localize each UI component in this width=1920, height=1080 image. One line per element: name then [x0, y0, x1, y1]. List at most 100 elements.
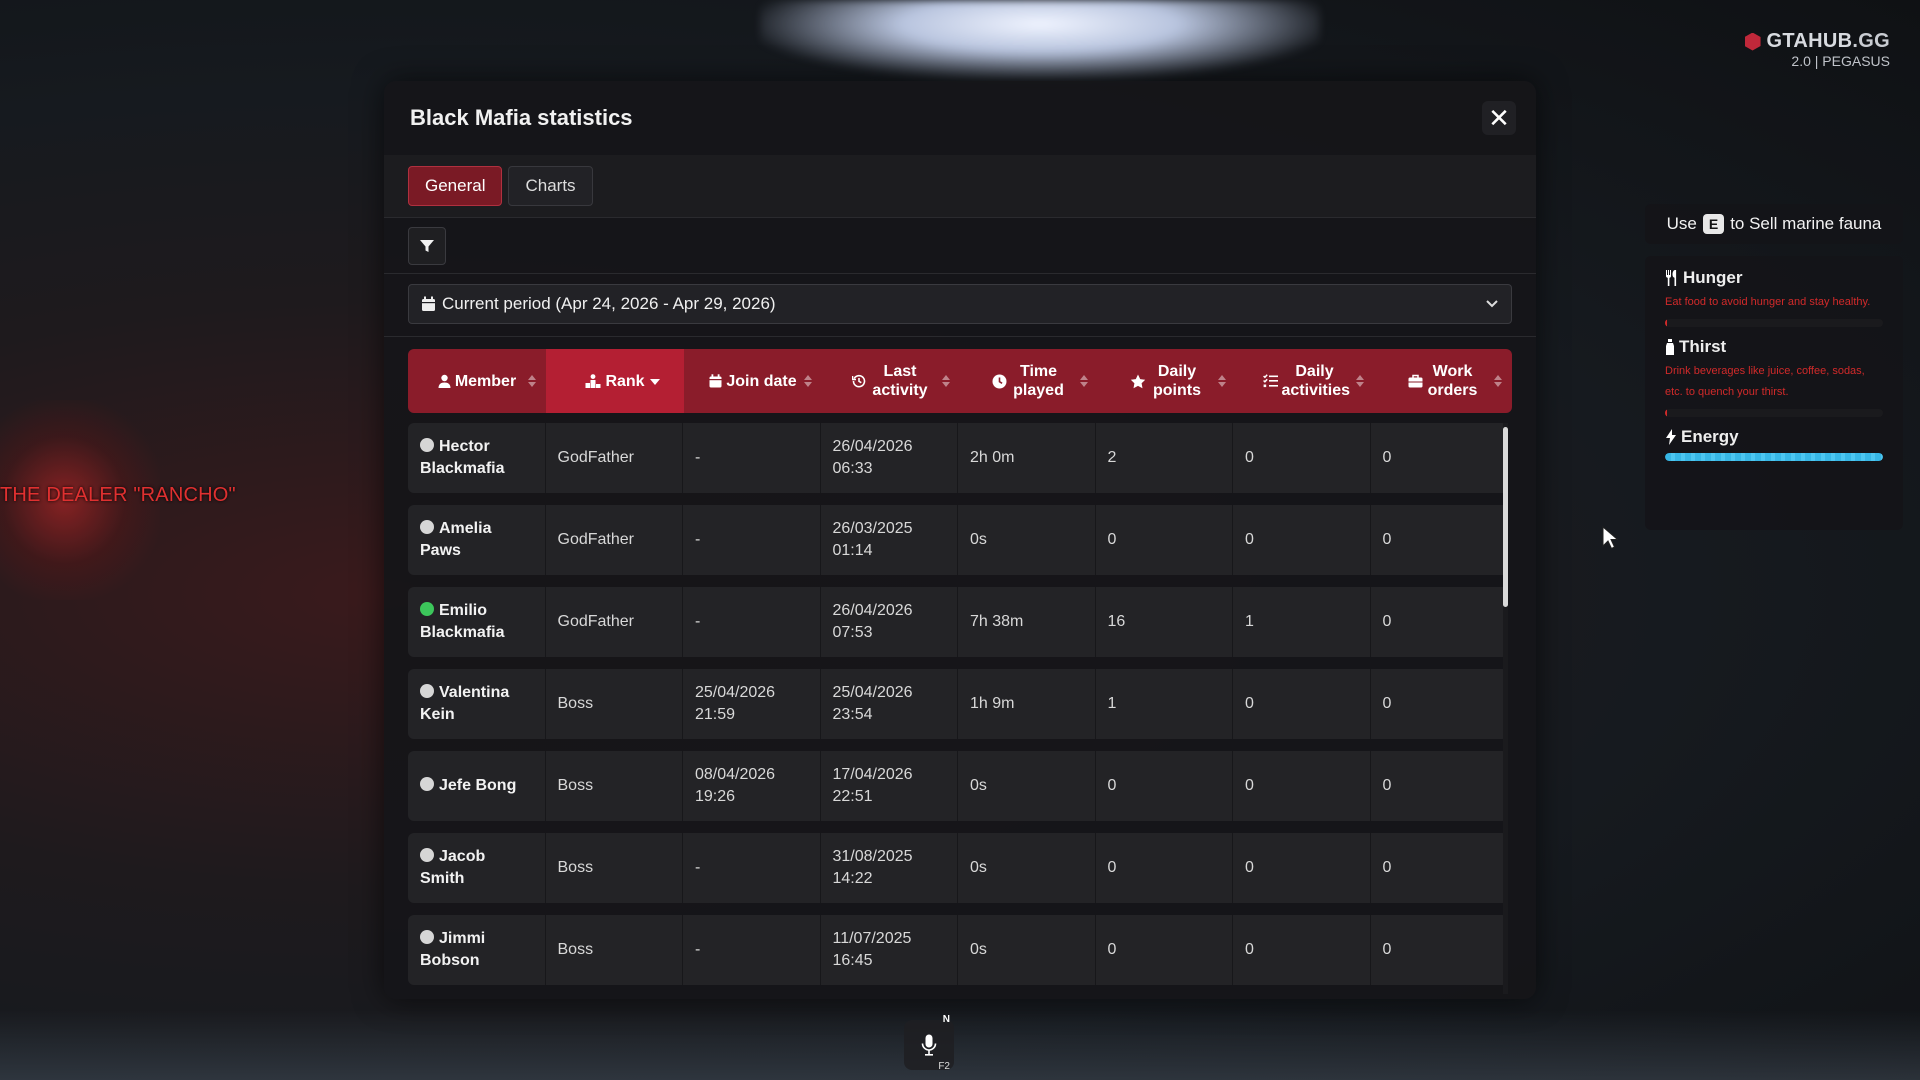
- cell-daily-activities: 0: [1233, 669, 1371, 739]
- filter-icon: [420, 239, 434, 252]
- chevron-down-icon: [1485, 295, 1499, 315]
- sort-icon: [528, 375, 536, 387]
- cell-member: Valentina Kein: [408, 669, 546, 739]
- cell-rank: Boss: [546, 833, 683, 903]
- voice-chat-button[interactable]: N F2: [904, 1014, 954, 1072]
- cell-member: Jefe Bong: [408, 751, 546, 821]
- cell-join-date: -: [683, 505, 821, 575]
- column-header-member[interactable]: Member: [408, 349, 546, 413]
- cell-member: Hector Blackmafia: [408, 423, 546, 493]
- brand-logo-block: GTAHUB.GG 2.0 | PEGASUS: [1744, 30, 1890, 69]
- cell-work-orders: 0: [1382, 859, 1392, 876]
- cell-work-orders: 0: [1382, 613, 1392, 630]
- table-row[interactable]: Jacob Smith Boss - 31/08/2025 14:22 0s 0…: [408, 833, 1508, 903]
- cell-last-activity: 17/04/2026 22:51: [821, 751, 958, 821]
- hunger-block: Hunger Eat food to avoid hunger and stay…: [1665, 268, 1883, 327]
- hexagon-logo-icon: [1744, 32, 1761, 51]
- cell-rank: GodFather: [546, 587, 683, 657]
- cell-daily-points: 0: [1096, 915, 1233, 985]
- voice-key-hint: F2: [938, 1061, 950, 1072]
- column-header-rank[interactable]: Rank: [546, 349, 684, 413]
- user-icon: [438, 374, 451, 388]
- microphone-icon: [921, 1034, 937, 1056]
- cell-time-played: 0s: [958, 833, 1096, 903]
- cell-last-activity: 25/04/2026 23:54: [821, 669, 958, 739]
- status-dot-icon: [420, 520, 434, 534]
- table-scrollbar[interactable]: [1503, 423, 1508, 994]
- tabs-bar: General Charts: [384, 155, 1536, 218]
- cell-time-played: 7h 38m: [958, 587, 1096, 657]
- sort-icon: [1218, 375, 1226, 387]
- filter-button[interactable]: [408, 226, 446, 265]
- status-hud: Hunger Eat food to avoid hunger and stay…: [1645, 256, 1903, 530]
- column-header-last-activity[interactable]: Last activity: [822, 349, 960, 413]
- history-icon: [852, 374, 866, 388]
- status-dot-icon: [420, 777, 434, 791]
- members-table: Member Rank Join date Last activity Time…: [408, 349, 1512, 994]
- column-header-join-date[interactable]: Join date: [684, 349, 822, 413]
- tab-general[interactable]: General: [408, 166, 503, 206]
- tab-charts[interactable]: Charts: [508, 166, 593, 206]
- table-header: Member Rank Join date Last activity Time…: [408, 349, 1512, 413]
- close-button[interactable]: ✕: [1482, 101, 1516, 135]
- table-body: Hector Blackmafia GodFather - 26/04/2026…: [408, 423, 1512, 994]
- cell-join-date: 08/04/2026 19:26: [683, 751, 821, 821]
- cell-daily-activities: 0: [1233, 423, 1371, 493]
- mouse-cursor-icon: [1602, 525, 1619, 555]
- brand-name: GTAHUB.GG: [1766, 30, 1890, 52]
- status-dot-icon: [420, 438, 434, 452]
- cell-rank: GodFather: [546, 505, 683, 575]
- cell-daily-activities: 0: [1233, 833, 1371, 903]
- cell-time-played: 0s: [958, 915, 1096, 985]
- sort-icon: [1080, 375, 1088, 387]
- voice-badge: N: [942, 1014, 950, 1025]
- key-hint-e: E: [1702, 214, 1725, 234]
- thirst-bar: [1665, 409, 1883, 417]
- list-check-icon: [1262, 374, 1278, 388]
- cell-daily-points: 1: [1096, 669, 1233, 739]
- column-header-work-orders[interactable]: Work orders: [1374, 349, 1512, 413]
- close-icon: ✕: [1488, 102, 1510, 133]
- energy-block: Energy: [1665, 427, 1883, 461]
- bolt-icon: [1666, 429, 1676, 445]
- cell-daily-activities: 1: [1233, 587, 1371, 657]
- modal-title: Black Mafia statistics: [410, 105, 633, 130]
- clock-icon: [992, 374, 1006, 388]
- cell-join-date: -: [683, 423, 821, 493]
- cell-join-date: -: [683, 833, 821, 903]
- cell-daily-points: 16: [1096, 587, 1233, 657]
- column-header-time-played[interactable]: Time played: [960, 349, 1098, 413]
- utensils-icon: [1666, 270, 1677, 286]
- cell-work-orders: 0: [1382, 695, 1392, 712]
- status-dot-icon: [420, 602, 434, 616]
- cell-join-date: -: [683, 915, 821, 985]
- cell-time-played: 0s: [958, 751, 1096, 821]
- hunger-bar: [1665, 319, 1883, 327]
- scrollbar-thumb[interactable]: [1503, 427, 1508, 607]
- dealer-world-label: THE DEALER "RANCHO": [0, 484, 236, 506]
- thirst-block: Thirst Drink beverages like juice, coffe…: [1665, 337, 1883, 417]
- energy-bar: [1665, 453, 1883, 461]
- cell-last-activity: 31/08/2025 14:22: [821, 833, 958, 903]
- cell-time-played: 1h 9m: [958, 669, 1096, 739]
- table-row[interactable]: Hector Blackmafia GodFather - 26/04/2026…: [408, 423, 1508, 493]
- cell-member: Jimmi Bobson: [408, 915, 546, 985]
- table-row[interactable]: Jimmi Bobson Boss - 11/07/2025 16:45 0s …: [408, 915, 1508, 985]
- table-row[interactable]: Valentina Kein Boss 25/04/2026 21:59 25/…: [408, 669, 1508, 739]
- table-row[interactable]: Jefe Bong Boss 08/04/2026 19:26 17/04/20…: [408, 751, 1508, 821]
- modal-header: Black Mafia statistics ✕: [384, 81, 1536, 155]
- column-header-daily-activities[interactable]: Daily activities: [1236, 349, 1374, 413]
- cell-daily-activities: 0: [1233, 505, 1371, 575]
- statistics-modal: Black Mafia statistics ✕ General Charts …: [384, 81, 1536, 999]
- period-select[interactable]: Current period (Apr 24, 2026 - Apr 29, 2…: [408, 284, 1512, 324]
- table-row[interactable]: Emilio Blackmafia GodFather - 26/04/2026…: [408, 587, 1508, 657]
- cell-last-activity: 11/07/2025 16:45: [821, 915, 958, 985]
- bottle-icon: [1666, 339, 1674, 355]
- cell-time-played: 0s: [958, 505, 1096, 575]
- column-header-daily-points[interactable]: Daily points: [1098, 349, 1236, 413]
- cell-rank: Boss: [546, 669, 683, 739]
- table-row[interactable]: Amelia Paws GodFather - 26/03/2025 01:14…: [408, 505, 1508, 575]
- cell-rank: GodFather: [546, 423, 683, 493]
- cell-member: Jacob Smith: [408, 833, 546, 903]
- period-label: Current period (Apr 24, 2026 - Apr 29, 2…: [442, 294, 776, 313]
